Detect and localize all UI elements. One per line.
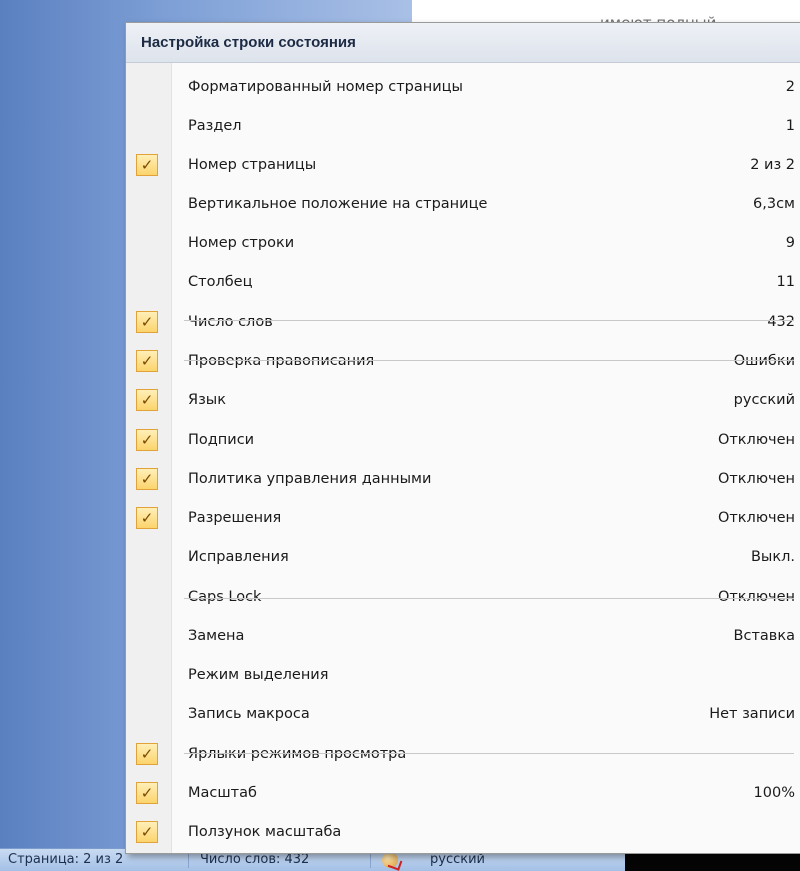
- menu-item[interactable]: ✓ Политика управления данными Отключен: [126, 460, 800, 498]
- menu-title: Настройка строки состояния: [126, 23, 800, 63]
- menu-item-label: Запись макроса: [188, 706, 310, 722]
- menu-item[interactable]: Вертикальное положение на странице 6,3см: [126, 185, 800, 223]
- status-language[interactable]: русский: [430, 852, 485, 867]
- menu-item-label: Разрешения: [188, 510, 282, 526]
- menu-item-label: Номер строки: [188, 235, 295, 251]
- menu-item-value: Выкл.: [750, 549, 795, 565]
- menu-item[interactable]: ✓ Подписи Отключен: [126, 421, 800, 459]
- menu-item[interactable]: Номер строки 9: [126, 224, 800, 262]
- checkmark-icon: ✓: [136, 743, 158, 765]
- menu-item-label: Подписи: [188, 432, 255, 448]
- menu-item[interactable]: Исправления Выкл.: [126, 538, 800, 576]
- menu-item-value: 11: [776, 274, 795, 290]
- checkmark-icon: ✓: [136, 311, 158, 333]
- menu-item[interactable]: Раздел 1: [126, 107, 800, 145]
- menu-separator: [184, 753, 794, 754]
- menu-item-value: Отключен: [717, 510, 795, 526]
- menu-item-label: Исправления: [188, 549, 289, 565]
- menu-item-value: Вставка: [733, 628, 795, 644]
- menu-item[interactable]: ✓ Ярлыки режимов просмотра: [126, 735, 800, 773]
- menu-item-value: 432: [767, 314, 795, 330]
- menu-item-label: Масштаб: [188, 785, 257, 801]
- status-page-number[interactable]: Страница: 2 из 2: [8, 852, 123, 867]
- menu-item-label: Режим выделения: [188, 667, 329, 683]
- menu-item-label: Ползунок масштаба: [188, 824, 342, 840]
- menu-item-label: Язык: [188, 392, 226, 408]
- checkmark-icon: ✓: [136, 468, 158, 490]
- checkmark-icon: ✓: [136, 389, 158, 411]
- menu-item[interactable]: Режим выделения: [126, 656, 800, 694]
- menu-item-value: 2 из 2: [750, 157, 795, 173]
- menu-item-label: Caps Lock: [188, 589, 262, 605]
- status-divider: [188, 852, 189, 868]
- menu-item[interactable]: Замена Вставка: [126, 617, 800, 655]
- menu-item-value: 1: [785, 118, 795, 134]
- menu-item-value: Ошибки: [733, 353, 795, 369]
- menu-separator: [184, 360, 794, 361]
- status-word-count[interactable]: Число слов: 432: [200, 852, 309, 867]
- menu-item-label: Раздел: [188, 118, 242, 134]
- menu-item-value: 2: [785, 79, 795, 95]
- menu-item[interactable]: Форматированный номер страницы 2: [126, 68, 800, 106]
- menu-item-label: Вертикальное положение на странице: [188, 196, 488, 212]
- menu-item-label: Столбец: [188, 274, 253, 290]
- menu-item-value: русский: [733, 392, 795, 408]
- checkmark-icon: ✓: [136, 782, 158, 804]
- menu-item[interactable]: ✓ Язык русский: [126, 381, 800, 419]
- menu-item[interactable]: Caps Lock Отключен: [126, 578, 800, 616]
- menu-separator: [184, 320, 794, 321]
- menu-item-value: 6,3см: [753, 196, 795, 212]
- menu-item[interactable]: ✓ Проверка правописания Ошибки: [126, 342, 800, 380]
- checkmark-icon: ✓: [136, 154, 158, 176]
- menu-item-label: Политика управления данными: [188, 471, 432, 487]
- checkmark-icon: ✓: [136, 507, 158, 529]
- menu-item-label: Замена: [188, 628, 245, 644]
- menu-item-value: 9: [785, 235, 795, 251]
- menu-item-value: Отключен: [717, 432, 795, 448]
- menu-item[interactable]: Столбец 11: [126, 263, 800, 301]
- menu-item-value: Нет записи: [709, 706, 795, 722]
- checkmark-icon: ✓: [136, 429, 158, 451]
- menu-item-value: Отключен: [717, 589, 795, 605]
- menu-item-value: 100%: [753, 785, 795, 801]
- menu-item-label: Номер страницы: [188, 157, 317, 173]
- checkmark-icon: ✓: [136, 821, 158, 843]
- menu-separator: [184, 598, 794, 599]
- status-divider: [370, 852, 371, 868]
- menu-item[interactable]: Запись макроса Нет записи: [126, 695, 800, 733]
- checkmark-icon: ✓: [136, 350, 158, 372]
- menu-item-label: Число слов: [188, 314, 273, 330]
- menu-item[interactable]: ✓ Разрешения Отключен: [126, 499, 800, 537]
- menu-item-value: Отключен: [717, 471, 795, 487]
- menu-item[interactable]: ✓ Номер страницы 2 из 2: [126, 146, 800, 184]
- statusbar-customize-menu: Настройка строки состояния Форматированн…: [125, 22, 800, 854]
- spelling-status-icon[interactable]: [382, 852, 398, 868]
- menu-item[interactable]: ✓ Масштаб 100%: [126, 774, 800, 812]
- menu-item-label: Форматированный номер страницы: [188, 79, 463, 95]
- menu-item-label: Проверка правописания: [188, 353, 375, 369]
- menu-item-label: Ярлыки режимов просмотра: [188, 746, 407, 762]
- menu-item[interactable]: ✓ Ползунок масштаба: [126, 813, 800, 851]
- menu-item[interactable]: ✓ Число слов 432: [126, 303, 800, 341]
